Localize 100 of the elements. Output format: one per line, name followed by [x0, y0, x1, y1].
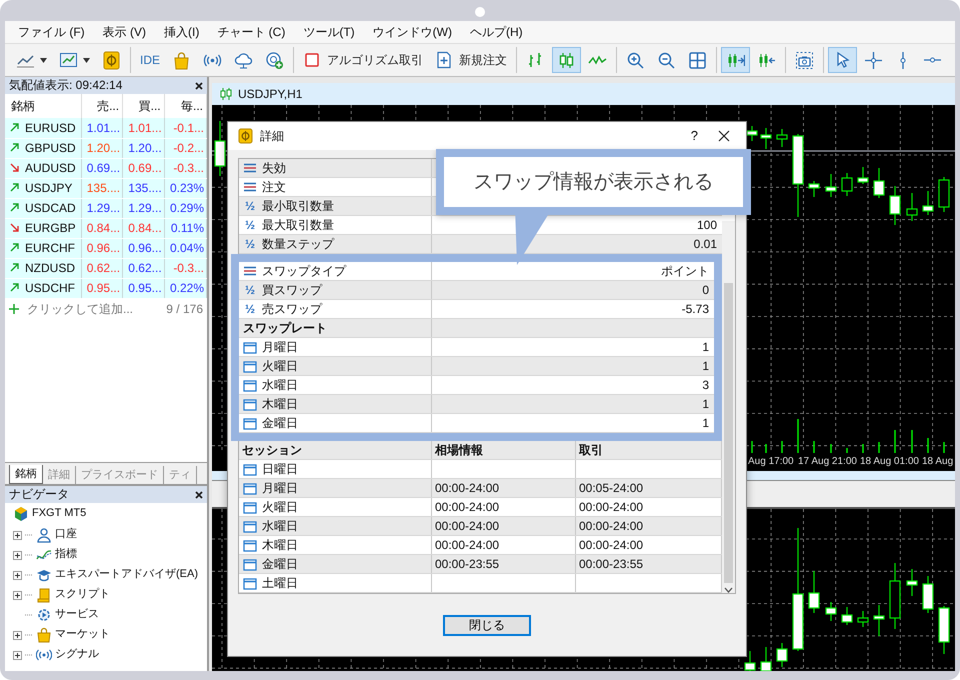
day-label: 日曜日	[262, 462, 298, 476]
property-value: 3	[702, 378, 709, 392]
property-value: -5.73	[682, 302, 709, 316]
axis-label: 18 Aug	[922, 456, 954, 468]
tree-item-label[interactable]: エキスパートアドバイザ(EA)	[55, 568, 198, 582]
axis-label: Aug 17:00	[748, 456, 794, 468]
coin-icon	[238, 128, 254, 144]
day-label: 土曜日	[262, 576, 298, 590]
price-cell: 1.01...	[122, 118, 164, 138]
calendar-icon	[243, 520, 257, 532]
zoom-out-icon	[657, 50, 676, 70]
calendar-icon	[243, 500, 257, 514]
calendar-icon	[243, 416, 257, 430]
dotted-connector-icon	[25, 574, 33, 576]
candle	[776, 643, 788, 667]
day-label: 月曜日	[262, 480, 298, 496]
close-icon[interactable]	[718, 130, 730, 142]
tree-item-label[interactable]: シグナル	[55, 648, 99, 662]
panel-title: ナビゲータ	[9, 487, 69, 502]
scrollbar[interactable]	[722, 221, 735, 593]
section-heading: スワップレート	[243, 320, 327, 336]
tree-item-label[interactable]: スクリプト	[55, 588, 110, 602]
price-cell: 0.95...	[122, 278, 164, 298]
cursor-button[interactable]	[828, 47, 858, 73]
property-value: 1	[702, 396, 709, 412]
calendar-icon	[243, 462, 257, 476]
tree-item-label[interactable]: マーケット	[55, 628, 110, 642]
price-cell: 0.62...	[81, 258, 123, 278]
price-cell: 0.95...	[81, 278, 123, 298]
candle	[922, 191, 934, 215]
price-cell: 0.69...	[81, 158, 123, 178]
callout-box: スワップ情報が表示される	[436, 149, 751, 215]
fraction-symbol: ½	[244, 198, 256, 214]
tree-item-label[interactable]: 指標	[55, 548, 77, 562]
menu-item[interactable]: ファイル (F)	[9, 24, 94, 40]
fraction-symbol: ½	[244, 218, 256, 232]
dotted-connector-icon	[25, 554, 33, 556]
candle	[938, 606, 950, 654]
session-time: 00:00-24:00	[435, 500, 500, 514]
add-symbol-link[interactable]: クリックして追加...	[27, 302, 134, 317]
price-cell: 0.23%	[164, 178, 206, 198]
close-button[interactable]: 閉じる	[443, 614, 531, 636]
price-cell: 0.22%	[164, 278, 206, 298]
price-cell: -0.1...	[164, 118, 206, 138]
candle	[857, 611, 869, 627]
calendar-icon	[243, 340, 257, 354]
candlestick-button[interactable]	[552, 47, 582, 73]
frame-dot	[475, 7, 485, 17]
price-cell: -0.3...	[164, 258, 206, 278]
vertical-line-icon	[900, 50, 906, 70]
price-cell: 0.96...	[122, 238, 164, 258]
calendar-icon	[243, 360, 257, 372]
autoscroll-button[interactable]	[721, 47, 750, 73]
candle	[889, 186, 901, 225]
dotted-connector-icon	[25, 634, 33, 636]
fraction-symbol: ½	[244, 236, 256, 252]
session-time: 00:00-24:00	[579, 538, 644, 552]
price-cell: 1.29...	[81, 198, 123, 218]
fraction-symbol: ½	[244, 302, 256, 316]
help-button[interactable]: ?	[676, 128, 712, 144]
menu-item[interactable]: ツール(T)	[294, 24, 364, 40]
lines-icon	[243, 266, 257, 276]
candle	[889, 563, 901, 629]
lines-icon	[243, 163, 257, 173]
axis-label: 18 Aug 01:00	[860, 456, 919, 468]
property-value: 100	[696, 218, 717, 232]
candle	[776, 129, 788, 147]
menu-item[interactable]: 挿入(I)	[155, 24, 208, 40]
property-label: 金曜日	[262, 416, 298, 430]
tree-item-label[interactable]: サービス	[55, 608, 99, 622]
panel-tab[interactable]: 銘柄	[9, 465, 43, 484]
session-time: 00:00-24:00	[435, 480, 500, 496]
property-value: 1	[702, 358, 709, 374]
price-cell: -0.2...	[164, 138, 206, 158]
crosshair-icon	[864, 50, 884, 70]
tree-item-label[interactable]: 口座	[55, 528, 77, 542]
price-cell: 0.62...	[122, 258, 164, 278]
new-order-button[interactable]: 新規注文	[430, 47, 512, 73]
session-time: 00:00-24:00	[579, 500, 644, 514]
price-cell: 0.84...	[81, 218, 123, 238]
calendar-icon	[243, 482, 257, 494]
menu-item[interactable]: ヘルプ(H)	[460, 24, 532, 40]
cloud-icon	[234, 50, 254, 70]
session-time: 00:00-24:00	[579, 518, 644, 534]
menu-item[interactable]: チャート (C)	[208, 24, 294, 40]
candle	[825, 602, 837, 621]
menu-item[interactable]: ウインドウ(W)	[364, 24, 461, 40]
axis-label: 17 Aug 21:00	[798, 456, 857, 468]
candle	[857, 167, 869, 184]
tree-root-label[interactable]: FXGT MT5	[32, 507, 86, 521]
dotted-connector-icon	[25, 654, 33, 656]
chart-tab[interactable]: USDJPY,H1	[212, 83, 955, 105]
menu-item[interactable]: 表示 (V)	[94, 24, 155, 40]
price-cell: 135....	[122, 178, 164, 198]
ide-button[interactable]: IDE	[135, 47, 166, 73]
property-value: 1	[702, 416, 709, 430]
dotted-connector-icon	[25, 594, 33, 596]
close-icon	[195, 82, 203, 90]
algo-trading-button[interactable]: アルゴリズム取引	[298, 47, 428, 73]
day-label: 火曜日	[262, 500, 298, 514]
